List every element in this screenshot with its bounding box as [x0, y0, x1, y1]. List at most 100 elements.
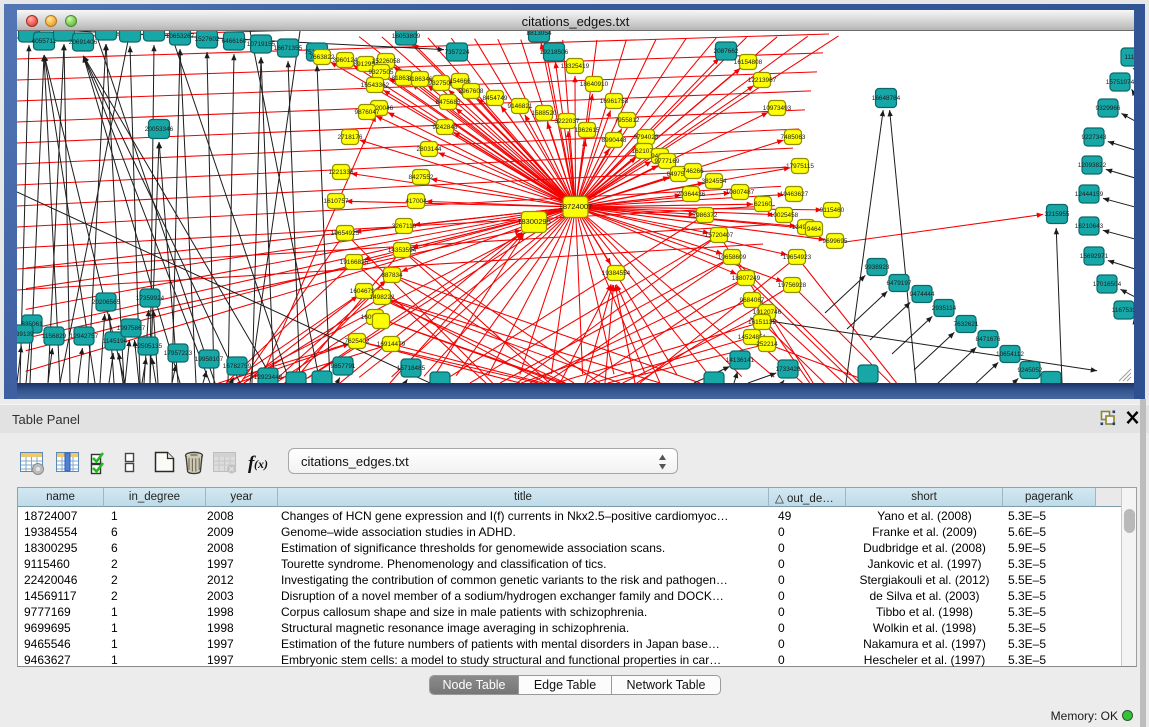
svg-text:9245052: 9245052 [1018, 367, 1043, 374]
svg-text:15718485: 15718485 [397, 365, 426, 372]
svg-text:8471676: 8471676 [976, 336, 1001, 343]
svg-text:1117: 1117 [1124, 54, 1134, 61]
svg-text:9227343: 9227343 [1082, 134, 1107, 141]
svg-text:8454749: 8454749 [483, 95, 508, 102]
svg-text:3267110: 3267110 [392, 223, 417, 230]
svg-text:10719155: 10719155 [247, 41, 276, 48]
svg-text:1221336: 1221336 [329, 169, 354, 176]
svg-text:9115460: 9115460 [820, 207, 845, 214]
svg-text:15692971: 15692971 [1080, 253, 1109, 260]
svg-text:1498222: 1498222 [370, 294, 395, 301]
svg-text:8475685: 8475685 [436, 99, 461, 106]
svg-text:19463627: 19463627 [780, 191, 809, 198]
svg-text:18640910: 18640910 [580, 81, 609, 88]
svg-text:9876047: 9876047 [355, 109, 380, 116]
svg-text:8427552: 8427552 [409, 174, 434, 181]
svg-text:1156829: 1156829 [42, 333, 67, 340]
svg-text:7625402: 7625402 [345, 338, 370, 345]
svg-text:10025458: 10025458 [770, 212, 799, 219]
svg-text:1588520: 1588520 [532, 110, 557, 117]
svg-text:7663822: 7663822 [310, 54, 335, 61]
svg-text:9474444: 9474444 [910, 291, 935, 298]
svg-text:16053809: 16053809 [392, 33, 421, 40]
svg-text:18300295: 18300295 [517, 217, 551, 226]
svg-text:10807487: 10807487 [726, 189, 755, 196]
svg-text:15720407: 15720407 [705, 232, 734, 239]
svg-text:1362615: 1362615 [575, 127, 600, 134]
svg-text:7955812: 7955812 [615, 117, 640, 124]
svg-text:1610757: 1610757 [324, 198, 349, 205]
svg-text:2935114: 2935114 [932, 305, 957, 312]
svg-text:18724007: 18724007 [559, 202, 593, 211]
svg-text:19958107: 19958107 [195, 356, 224, 363]
svg-text:1527602: 1527602 [195, 36, 220, 43]
svg-text:9327505: 9327505 [369, 69, 394, 76]
svg-text:1145194: 1145194 [103, 338, 128, 345]
svg-text:18807249: 18807249 [732, 275, 761, 282]
svg-text:16961758: 16961758 [600, 98, 629, 105]
svg-text:19975867: 19975867 [117, 325, 146, 332]
svg-text:4055712: 4055712 [32, 38, 57, 45]
svg-text:19654925: 19654925 [331, 230, 360, 237]
svg-text:2087662: 2087662 [714, 48, 739, 55]
svg-text:3824554: 3824554 [702, 178, 727, 185]
svg-text:19384554: 19384554 [602, 270, 631, 277]
svg-text:9938923: 9938923 [865, 264, 890, 271]
svg-text:9857791: 9857791 [331, 363, 356, 370]
svg-text:1167533: 1167533 [1112, 307, 1134, 314]
svg-text:20691406: 20691406 [69, 39, 98, 46]
svg-text:3222037: 3222037 [555, 118, 580, 125]
svg-text:17975115: 17975115 [786, 163, 814, 170]
svg-text:10973493: 10973493 [763, 105, 792, 112]
svg-text:7632621: 7632621 [954, 321, 979, 328]
svg-text:9242848: 9242848 [433, 124, 458, 131]
svg-text:12093822: 12093822 [1078, 162, 1107, 169]
svg-text:10653267: 10653267 [166, 33, 195, 40]
svg-text:7485063: 7485063 [781, 134, 806, 141]
svg-text:9684067: 9684067 [740, 297, 765, 304]
svg-text:12942757: 12942757 [70, 333, 99, 340]
svg-text:19654923: 19654923 [783, 254, 812, 261]
svg-text:19166825: 19166825 [340, 259, 369, 266]
svg-text:16914479: 16914479 [377, 341, 406, 348]
svg-text:14353594: 14353594 [388, 247, 417, 254]
svg-text:15751074: 15751074 [1106, 79, 1134, 86]
svg-text:17016504: 17016504 [1093, 281, 1122, 288]
svg-text:8990448: 8990448 [602, 137, 627, 144]
svg-text:10658609: 10658609 [718, 254, 747, 261]
svg-text:16210643: 16210643 [1075, 223, 1104, 230]
svg-text:20053346: 20053346 [145, 126, 174, 133]
svg-text:16648784: 16648784 [872, 95, 901, 102]
svg-text:252214: 252214 [756, 341, 778, 348]
svg-text:1733426: 1733426 [776, 366, 801, 373]
svg-text:16151132: 16151132 [748, 319, 776, 326]
svg-text:9777169: 9777169 [655, 158, 680, 165]
svg-text:16671355: 16671355 [274, 45, 303, 52]
svg-text:6479197: 6479197 [887, 280, 912, 287]
svg-text:20206565: 20206565 [92, 299, 121, 306]
svg-text:19218506: 19218506 [540, 49, 569, 56]
svg-text:19756928: 19756928 [778, 282, 807, 289]
svg-text:7986372: 7986372 [693, 212, 718, 219]
svg-text:16154808: 16154808 [734, 59, 763, 66]
svg-text:9794028: 9794028 [634, 134, 659, 141]
svg-text:746266: 746266 [682, 168, 704, 175]
svg-text:2967608: 2967608 [459, 88, 484, 95]
svg-text:20364436: 20364436 [677, 191, 706, 198]
svg-text:9329966: 9329966 [1096, 105, 1121, 112]
svg-text:7357224: 7357224 [445, 49, 470, 56]
svg-text:12213967: 12213967 [748, 77, 777, 84]
svg-text:417004: 417004 [405, 198, 427, 205]
svg-text:17359924: 17359924 [136, 295, 165, 302]
svg-text:9699695: 9699695 [823, 238, 848, 245]
svg-text:14136141: 14136141 [726, 357, 755, 364]
svg-text:12923448: 12923448 [254, 374, 283, 381]
svg-text:3215955: 3215955 [1045, 211, 1070, 218]
svg-text:62160: 62160 [754, 201, 772, 208]
svg-text:887834: 887834 [381, 272, 403, 279]
svg-text:16782759: 16782759 [223, 363, 252, 370]
svg-text:9464: 9464 [807, 226, 822, 233]
svg-text:12505135: 12505135 [134, 343, 163, 350]
svg-text:17957223: 17957223 [164, 350, 193, 357]
svg-text:10654112: 10654112 [996, 351, 1024, 358]
